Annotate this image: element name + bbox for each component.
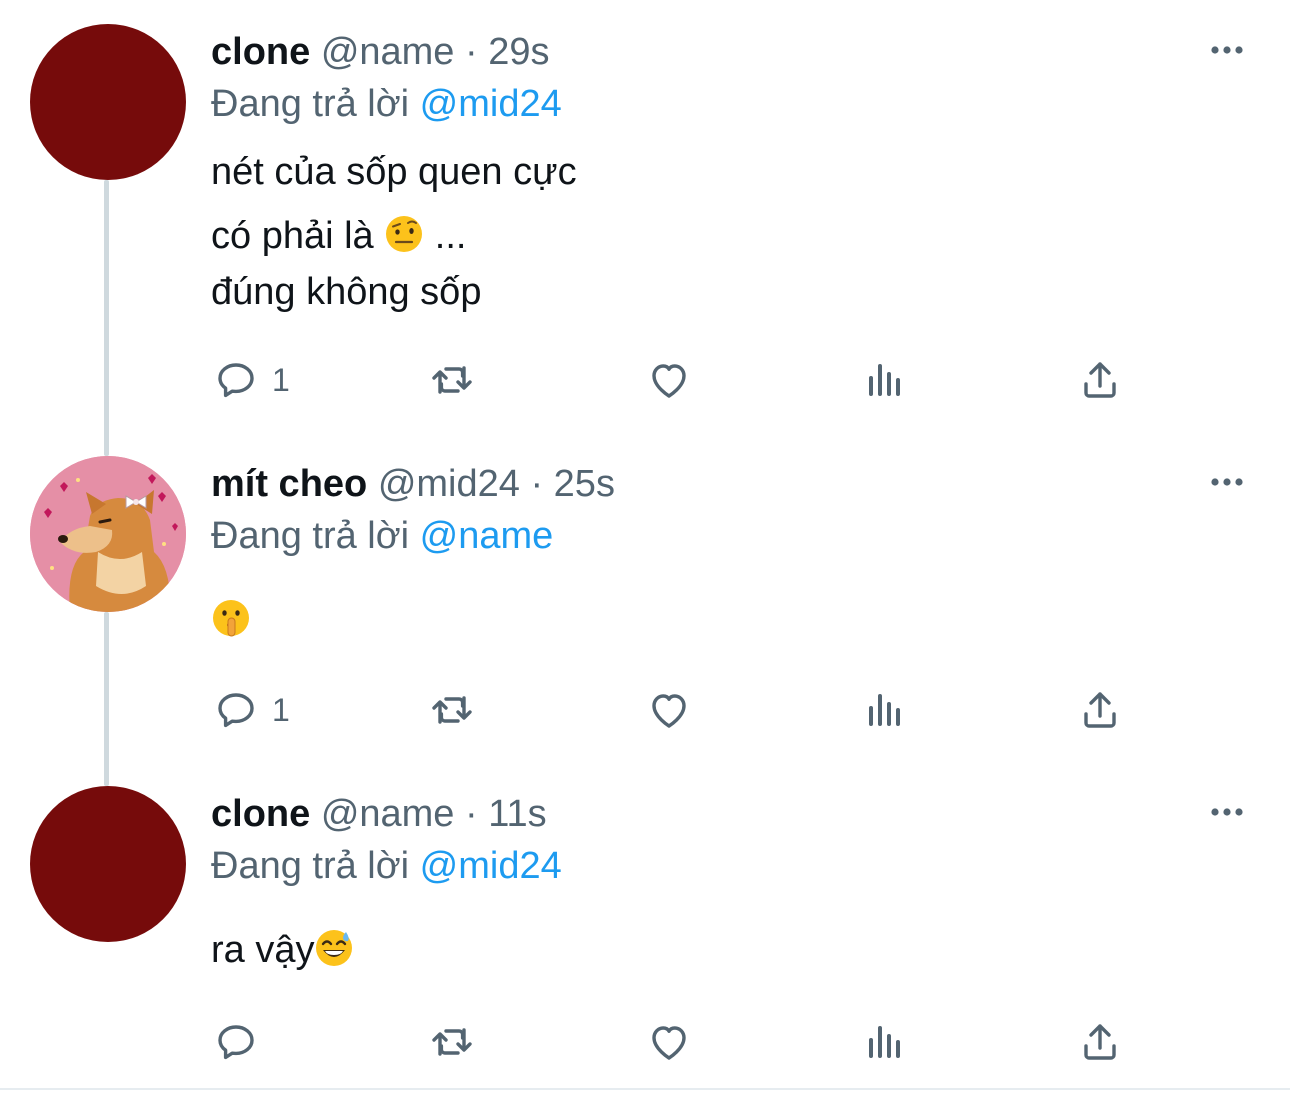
tweet-actions: 1 [0,350,1290,410]
replying-to: Đang trả lời @name [211,512,553,560]
like-icon [645,686,693,734]
reply-icon [212,686,260,734]
retweet-icon [428,686,476,734]
tweet-actions [0,1012,1290,1072]
replying-to-label: Đang trả lời [211,515,410,557]
timestamp[interactable]: 25s [554,463,615,505]
user-handle[interactable]: @name [321,31,455,73]
tweet-text: ... [434,215,467,257]
retweet-icon [428,1018,476,1066]
like-button[interactable] [645,680,693,740]
reply-icon [212,356,260,404]
tweet-header: clone @name · 29s [211,28,550,76]
more-icon[interactable] [1207,468,1247,496]
retweet-button[interactable] [428,1012,476,1072]
avatar[interactable] [30,24,186,180]
like-icon [645,1018,693,1066]
tweet-text-line: ra vậy [211,920,354,980]
timestamp[interactable]: 29s [488,31,549,73]
analytics-icon [861,686,909,734]
share-button[interactable] [1076,350,1124,410]
retweet-button[interactable] [428,680,476,740]
mention-link[interactable]: @mid24 [420,845,562,887]
more-icon[interactable] [1207,36,1247,64]
reply-button[interactable]: 1 [212,350,290,410]
analytics-icon [861,1018,909,1066]
share-button[interactable] [1076,680,1124,740]
shushing-face-emoji-icon [213,600,249,637]
display-name[interactable]: clone [211,793,310,835]
share-icon [1076,686,1124,734]
reply-button[interactable] [212,1012,272,1072]
reply-icon [212,1018,260,1066]
analytics-icon [861,356,909,404]
tweet[interactable]: clone @name · 11s Đang trả lời @mid24 ra… [0,762,1290,1088]
share-icon [1076,1018,1124,1066]
user-handle[interactable]: @mid24 [378,463,520,505]
tweet-text: ra vậy [211,929,315,971]
reply-button[interactable]: 1 [212,680,290,740]
separator-dot: · [465,31,478,73]
replying-to: Đang trả lời @mid24 [211,80,562,128]
avatar[interactable] [30,786,186,942]
replying-to: Đang trả lời @mid24 [211,842,562,890]
share-icon [1076,356,1124,404]
display-name[interactable]: mít cheo [211,463,367,505]
timestamp[interactable]: 11s [488,793,546,835]
separator-dot: · [530,463,544,505]
tweet-header: mít cheo @mid24 · 25s [211,460,615,508]
share-button[interactable] [1076,1012,1124,1072]
mention-link[interactable]: @name [420,515,554,557]
analytics-button[interactable] [861,350,909,410]
tweet[interactable]: clone @name · 29s Đang trả lời @mid24 né… [0,0,1290,432]
divider [0,1088,1290,1090]
reply-count: 1 [272,361,290,398]
like-button[interactable] [645,350,693,410]
like-button[interactable] [645,1012,693,1072]
tweet-text: có phải là [211,215,374,257]
replying-to-label: Đang trả lời [211,845,410,887]
grinning-sweat-emoji-icon [316,930,353,966]
avatar[interactable] [30,456,186,612]
tweet-text-line: đúng không sốp [211,271,482,313]
reply-count: 1 [272,691,290,728]
mention-link[interactable]: @mid24 [420,83,562,125]
tweet-header: clone @name · 11s [211,790,547,838]
raised-eyebrow-emoji-icon [386,216,423,252]
tweet-text-line: nét của sốp quen cực [211,151,577,193]
analytics-button[interactable] [861,680,909,740]
display-name[interactable]: clone [211,31,310,73]
separator-dot: · [465,793,478,835]
retweet-button[interactable] [428,350,476,410]
tweet-text-line [211,590,251,650]
tweet-actions: 1 [0,680,1290,740]
analytics-button[interactable] [861,1012,909,1072]
dog-avatar-icon [30,456,186,612]
tweet-text-line: có phải là ... [211,206,466,266]
more-icon[interactable] [1207,798,1247,826]
retweet-icon [428,356,476,404]
user-handle[interactable]: @name [321,793,455,835]
tweet[interactable]: mít cheo @mid24 · 25s Đang trả lời @name… [0,432,1290,762]
replying-to-label: Đang trả lời [211,83,410,125]
like-icon [645,356,693,404]
